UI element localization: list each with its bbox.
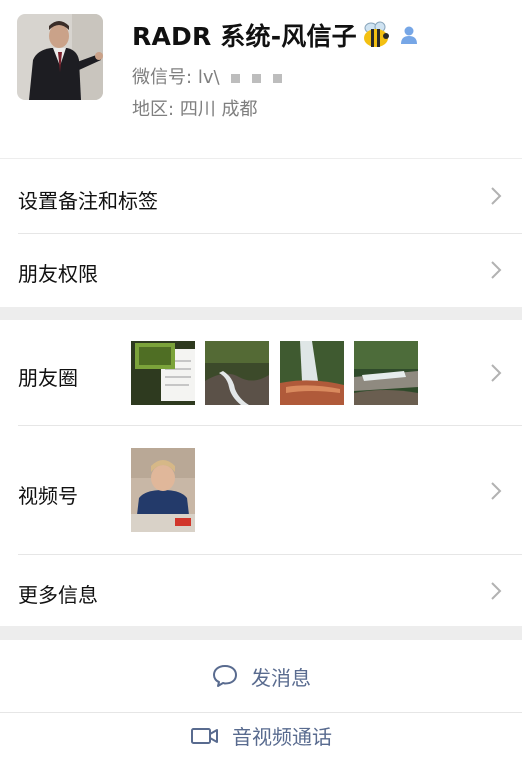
channels-label: 视频号	[18, 484, 78, 508]
wechat-id-label: 微信号:	[132, 67, 193, 88]
chat-bubble-icon	[213, 665, 237, 687]
chevron-right-icon	[491, 364, 502, 382]
permissions-row[interactable]: 朋友权限	[0, 234, 522, 307]
permissions-label: 朋友权限	[18, 262, 98, 286]
chevron-right-icon	[491, 582, 502, 600]
actions-card: 发消息 音视频通话	[0, 640, 522, 764]
profile-name: RADR 系统-风信子	[132, 22, 357, 51]
av-call-label: 音视频通话	[232, 725, 332, 749]
redaction-mark	[231, 73, 241, 83]
moments-thumbnail-tray-icon[interactable]	[131, 341, 195, 405]
video-camera-icon	[191, 727, 218, 744]
more-info-row[interactable]: 更多信息	[0, 555, 522, 626]
remark-label: 设置备注和标签	[18, 189, 158, 213]
chevron-right-icon	[491, 187, 502, 205]
region-value: 四川 成都	[179, 99, 258, 120]
bee-icon	[363, 21, 389, 47]
av-call-button[interactable]: 音视频通话	[0, 713, 522, 764]
region-label: 地区:	[132, 99, 175, 120]
send-message-button[interactable]: 发消息	[0, 640, 522, 712]
region-row: 地区: 四川 成都	[132, 95, 258, 121]
send-message-label: 发消息	[251, 665, 311, 690]
moments-thumbnail-waterfall-icon[interactable]	[280, 341, 344, 405]
moments-row[interactable]: 朋友圈	[0, 320, 522, 425]
wechat-id-value[interactable]: lv\	[198, 67, 220, 88]
settings-card: 设置备注和标签 朋友权限	[0, 159, 522, 307]
wechat-id-row: 微信号: lv\	[132, 63, 282, 89]
chevron-right-icon	[491, 482, 502, 500]
channels-video-thumbnail-icon[interactable]	[131, 448, 195, 532]
more-info-label: 更多信息	[18, 583, 98, 607]
content-card: 朋友圈 视频号 更多信息	[0, 320, 522, 626]
name-row: RADR 系统-风信子	[132, 17, 419, 53]
moments-thumbnail-river-icon[interactable]	[354, 341, 418, 405]
channels-row[interactable]: 视频号	[0, 426, 522, 554]
remark-row[interactable]: 设置备注和标签	[0, 159, 522, 233]
chevron-right-icon	[491, 261, 502, 279]
moments-label: 朋友圈	[18, 366, 78, 390]
moments-thumbnail-stream-icon[interactable]	[205, 341, 269, 405]
profile-header: RADR 系统-风信子 微信号: lv\ 地区: 四川 成都	[0, 0, 522, 158]
avatar[interactable]	[17, 14, 103, 100]
redaction-mark	[272, 73, 282, 83]
redaction-mark	[252, 73, 261, 83]
avatar-photo-icon	[17, 14, 103, 100]
male-user-icon	[400, 26, 417, 44]
